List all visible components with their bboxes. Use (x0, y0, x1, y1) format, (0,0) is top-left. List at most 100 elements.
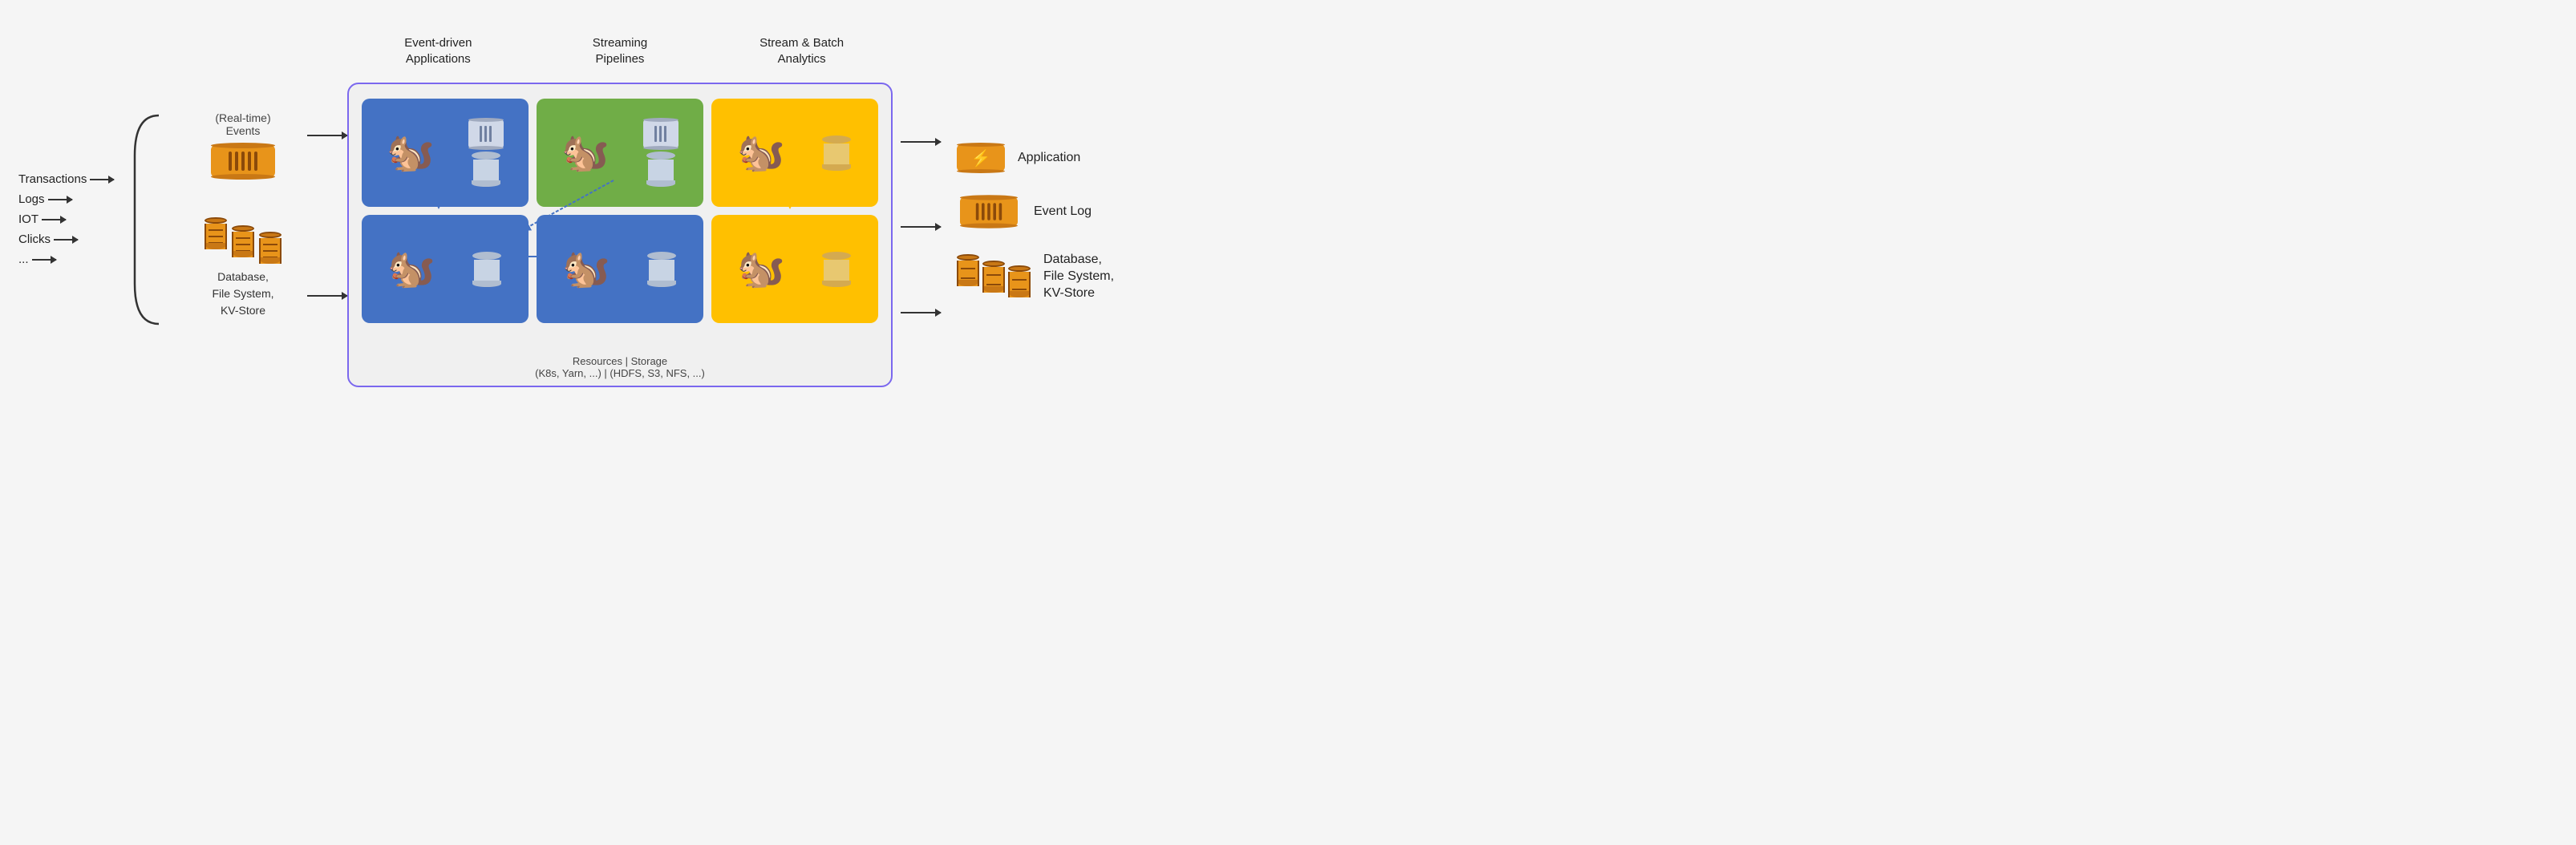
db-cyl-top-1 (205, 217, 227, 224)
mini-db-top-3 (822, 135, 851, 144)
iot-label: IOT (18, 212, 38, 226)
brace-section (115, 91, 179, 348)
database-block: Database,File System,KV-Store (205, 225, 281, 319)
iot-arrow (42, 219, 66, 220)
mini-stripe-1c (489, 126, 492, 142)
ellipsis-arrow (32, 259, 56, 261)
column-headers-row: Event-drivenApplications StreamingPipeli… (347, 35, 893, 67)
db-cyl-top-3 (259, 232, 281, 238)
mini-kafka-1 (468, 119, 504, 148)
lightning-icon: ⚡ (971, 148, 991, 168)
mini-db-bot-2 (646, 180, 675, 187)
db-stack (205, 225, 281, 257)
flink-squirrel-3: 🐿️ (737, 134, 785, 172)
eventlog-kafka-drum (960, 197, 1018, 226)
right-db-cyl-body-2 (982, 267, 1005, 293)
flink-squirrel-5: 🐿️ (562, 250, 610, 289)
mini-stripe-2a (654, 126, 657, 142)
right-db-cyl-top-2 (982, 261, 1005, 267)
mini-stripe-1a (480, 126, 482, 142)
central-box: 🐿️ (347, 83, 893, 387)
eventlog-stripe-5 (999, 203, 1002, 220)
mini-db-top-1 (472, 152, 500, 160)
kafka-drum-events (211, 145, 275, 177)
right-section: ⚡ Application Event Log (957, 144, 1114, 301)
right-db-cylinder-1 (957, 254, 979, 286)
mini-db-top-5 (647, 252, 676, 260)
events-db-column: (Real-time)Events (179, 111, 307, 319)
right-db-stack (957, 261, 1031, 293)
db-arrow-line (307, 295, 347, 297)
database-right-label: Database,File System,KV-Store (1043, 252, 1114, 301)
input-arrows (307, 87, 347, 344)
output-arrows (901, 99, 949, 356)
central-section: Event-drivenApplications StreamingPipeli… (347, 35, 893, 387)
box-analytics-top: 🐿️ (711, 99, 878, 207)
kafka-drum-body (211, 145, 275, 177)
mini-storage-1 (468, 119, 504, 187)
drum-stripe-4 (248, 152, 251, 171)
logs-arrow (48, 199, 72, 200)
mini-db-3 (820, 135, 853, 171)
inner-analytics-top: 🐿️ (711, 99, 878, 207)
mini-db-2 (645, 152, 677, 187)
db-cyl-body-3 (259, 238, 281, 264)
mini-db-bot-1 (472, 180, 500, 187)
input-transactions: Transactions (18, 172, 114, 186)
mini-db-bot-5 (647, 281, 676, 287)
drum-stripe-3 (241, 152, 245, 171)
right-row-database: Database,File System,KV-Store (957, 252, 1114, 301)
mini-db-bot-6 (822, 281, 851, 287)
box-streaming-bot: 🐿️ (537, 215, 703, 323)
mini-db-body-3 (824, 144, 849, 164)
drum-stripe-5 (254, 152, 257, 171)
box-event-driven-top: 🐿️ (362, 99, 529, 207)
db-cyl-body-1 (205, 224, 227, 249)
mini-db-body-2 (648, 160, 674, 180)
mini-db-5 (646, 252, 678, 287)
mini-stripe-2c (664, 126, 666, 142)
drum-stripe-2 (235, 152, 238, 171)
mini-db-6 (820, 252, 853, 287)
resources-storage-label: Resources | Storage(K8s, Yarn, ...) | (H… (349, 355, 891, 379)
output-arrow-db (901, 312, 941, 313)
output-arrow-db-line (901, 312, 941, 313)
clicks-label: Clicks (18, 232, 51, 246)
right-db-cyl-top-1 (957, 254, 979, 261)
flink-squirrel-1: 🐿️ (387, 134, 435, 172)
input-logs: Logs (18, 192, 72, 206)
transactions-arrow (90, 179, 114, 180)
eventlog-label: Event Log (1034, 204, 1092, 220)
box-streaming-top: 🐿️ (537, 99, 703, 207)
db-cyl-top-2 (232, 225, 254, 232)
left-inputs: Transactions Logs IOT Clicks ... (18, 156, 115, 266)
boxes-grid: 🐿️ (362, 99, 878, 323)
right-db-cyl-body-1 (957, 261, 979, 286)
flink-squirrel-4: 🐿️ (387, 250, 435, 289)
inner-streaming-bot: 🐿️ (537, 215, 703, 323)
input-iot: IOT (18, 212, 66, 226)
box-analytics-bot: 🐿️ (711, 215, 878, 323)
application-label: Application (1018, 150, 1080, 167)
flink-squirrel-6: 🐿️ (737, 250, 785, 289)
eventlog-drum-body (960, 197, 1018, 226)
right-row-application: ⚡ Application (957, 144, 1080, 172)
inner-analytics-bot: 🐿️ (711, 215, 878, 323)
mini-storage-2 (643, 119, 678, 187)
clicks-arrow (54, 239, 78, 241)
mini-db-4 (471, 252, 503, 287)
eventlog-stripe-4 (993, 203, 996, 220)
input-clicks: Clicks (18, 232, 78, 246)
events-arrow-line (307, 135, 347, 136)
right-db-cylinder-2 (982, 261, 1005, 293)
mini-db-bot-4 (472, 281, 501, 287)
mini-db-body-5 (649, 260, 674, 281)
output-arrow-app-line (901, 141, 941, 143)
output-arrow-app (901, 141, 941, 143)
drum-stripe-1 (229, 152, 232, 171)
mini-stripe-1b (484, 126, 487, 142)
mini-stripe-2b (659, 126, 662, 142)
mini-db-1 (470, 152, 502, 187)
main-diagram: Transactions Logs IOT Clicks ... (Re (18, 11, 1270, 412)
realtime-events-label: (Real-time)Events (215, 111, 270, 137)
